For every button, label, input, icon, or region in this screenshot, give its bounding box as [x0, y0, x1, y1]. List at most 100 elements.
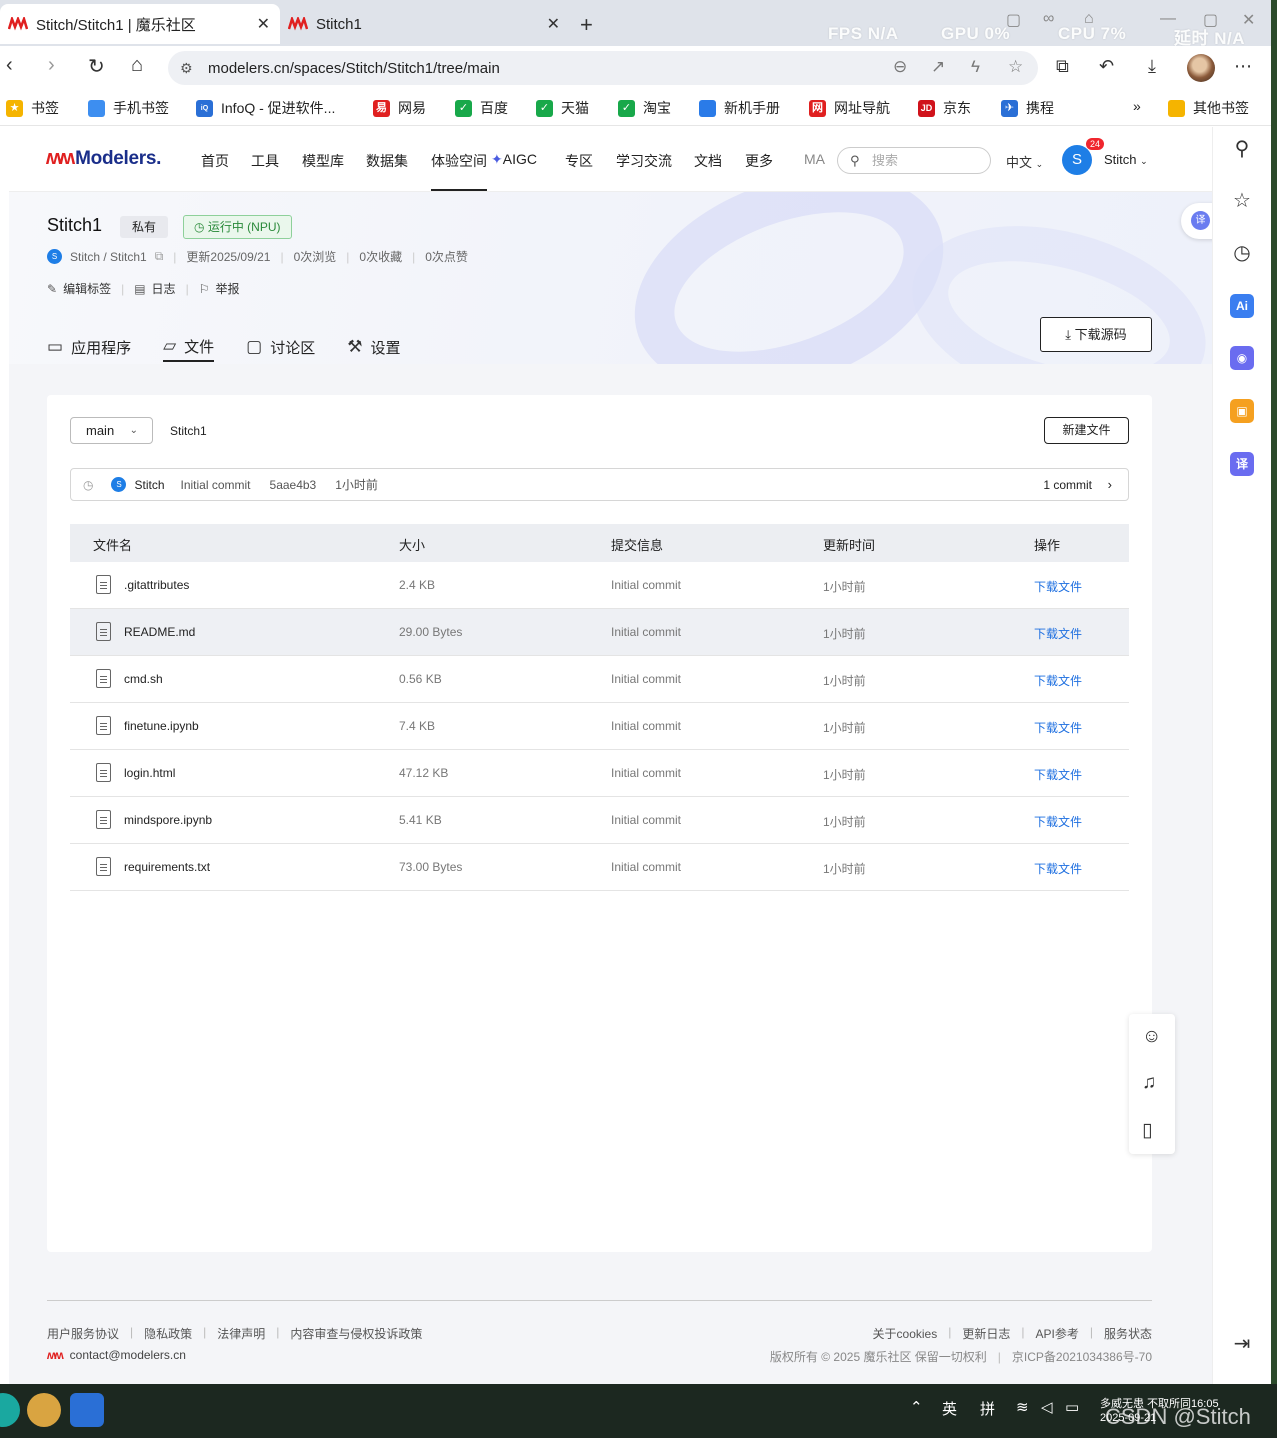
nav-models[interactable]: 模型库 — [302, 151, 344, 171]
file-name[interactable]: cmd.sh — [124, 672, 163, 686]
language-selector[interactable]: 中文 ⌄ — [1006, 152, 1043, 171]
doge-app-icon[interactable] — [27, 1393, 61, 1427]
mobile-icon[interactable]: ▯ — [1142, 1119, 1152, 1142]
table-row[interactable]: login.html 47.12 KB Initial commit 1小时前 下载文件 — [70, 750, 1129, 797]
footer-link[interactable]: 法律声明 — [217, 1325, 265, 1342]
footer-link[interactable]: 更新日志 — [962, 1325, 1010, 1342]
breadcrumb[interactable]: Stitch1 — [170, 424, 207, 438]
table-row[interactable]: README.md 29.00 Bytes Initial commit 1小时前 下载… — [70, 609, 1129, 656]
volume-icon[interactable]: ◁ — [1041, 1398, 1053, 1416]
history-icon[interactable]: ◷ — [1230, 241, 1254, 265]
translate-icon[interactable]: 译 — [1230, 452, 1254, 476]
address-bar[interactable]: ⚙ modelers.cn/spaces/Stitch/Stitch1/tree… — [168, 51, 1038, 85]
bookmark-item[interactable]: ✓ 百度 — [455, 98, 508, 118]
zoom-icon[interactable]: ⊖ — [893, 57, 907, 77]
new-tab-icon[interactable]: + — [580, 12, 593, 38]
table-row[interactable]: cmd.sh 0.56 KB Initial commit 1小时前 下载文件 — [70, 656, 1129, 703]
ime-pinyin[interactable]: 拼 — [980, 1398, 995, 1419]
download-file-link[interactable]: 下载文件 — [1034, 860, 1082, 877]
reload-icon[interactable]: ↻ — [88, 54, 105, 79]
nav-tools[interactable]: 工具 — [251, 151, 279, 171]
download-source-button[interactable]: ⤓ 下载源码 — [1040, 317, 1152, 352]
site-logo[interactable]: ʍʍ Modelers. — [46, 147, 161, 170]
star-icon[interactable]: ☆ — [1230, 189, 1254, 213]
table-row[interactable]: mindspore.ipynb 5.41 KB Initial commit 1小时前… — [70, 797, 1129, 844]
footer-link[interactable]: 内容审查与侵权投诉政策 — [290, 1325, 422, 1342]
last-commit-bar[interactable]: ◷ S Stitch Initial commit 5aae4b3 1小时前 1… — [70, 468, 1129, 501]
icp-link[interactable]: 京ICP备2021034386号-70 — [1012, 1350, 1152, 1364]
minimize-icon[interactable]: — — [1160, 10, 1176, 28]
battery-icon[interactable]: ▭ — [1065, 1398, 1079, 1416]
nav-more[interactable]: 更多 — [745, 151, 773, 171]
report-button[interactable]: ⚐ 举报 — [199, 280, 240, 297]
back-icon[interactable]: ‹ — [6, 54, 13, 77]
file-name[interactable]: requirements.txt — [124, 860, 210, 874]
bookmark-item[interactable]: 手机书签 — [88, 98, 169, 118]
file-name[interactable]: README.md — [124, 625, 195, 639]
collapse-panel-icon[interactable]: ⇥ — [1230, 1332, 1254, 1356]
bolt-icon[interactable]: ϟ — [971, 57, 980, 77]
gamepad-icon[interactable]: ◉ — [1230, 346, 1254, 370]
bookmark-item[interactable]: 新机手册 — [699, 98, 780, 118]
bookmark-item[interactable]: ✓ 淘宝 — [618, 98, 671, 118]
user-menu[interactable]: Stitch ⌄ — [1104, 152, 1148, 167]
close-tab-icon[interactable]: ✕ — [257, 14, 270, 34]
contact-email[interactable]: contact@modelers.cn — [70, 1348, 186, 1362]
browser-profile-avatar[interactable] — [1187, 54, 1215, 82]
site-info-icon[interactable]: ⚙ — [180, 60, 193, 77]
nav-ma[interactable]: MA — [804, 151, 825, 167]
download-file-link[interactable]: 下载文件 — [1034, 719, 1082, 736]
tray-expand-icon[interactable]: ⌃ — [910, 1398, 923, 1416]
search-icon[interactable]: ⚲ — [1230, 137, 1254, 161]
forward-icon[interactable]: › — [48, 54, 55, 77]
extensions-icon[interactable]: ⧉ — [1056, 56, 1069, 77]
footer-link[interactable]: 用户服务协议 — [47, 1325, 119, 1342]
logs-button[interactable]: ▤ 日志 — [134, 280, 175, 297]
browser-app-icon[interactable] — [70, 1393, 104, 1427]
nav-datasets[interactable]: 数据集 — [366, 151, 408, 171]
download-file-link[interactable]: 下载文件 — [1034, 766, 1082, 783]
new-file-button[interactable]: 新建文件 — [1044, 417, 1129, 444]
user-avatar[interactable]: S — [1062, 145, 1092, 175]
footer-link[interactable]: API参考 — [1036, 1325, 1079, 1342]
maximize-icon[interactable]: ▢ — [1203, 10, 1218, 30]
headset-icon[interactable]: ♫ — [1142, 1072, 1156, 1094]
shirt-icon[interactable]: ⌂ — [1084, 10, 1094, 28]
download-icon[interactable]: ⤓ — [1148, 56, 1156, 77]
edge-icon[interactable] — [0, 1393, 20, 1427]
tab-stitch1[interactable]: Stitch1 ✕ — [282, 4, 570, 44]
edit-tags-button[interactable]: ✎ 编辑标签 — [47, 280, 111, 297]
undo-icon[interactable]: ↶ — [1099, 56, 1114, 77]
table-row[interactable]: requirements.txt 73.00 Bytes Initial commi… — [70, 844, 1129, 891]
favorite-star-icon[interactable]: ☆ — [1008, 57, 1023, 77]
bookmark-item[interactable]: 易网易 — [373, 98, 426, 118]
nav-zones[interactable]: 专区 — [565, 151, 593, 171]
close-tab-icon[interactable]: ✕ — [547, 14, 560, 34]
wifi-icon[interactable]: ≋ — [1016, 1398, 1029, 1416]
tab-app[interactable]: ▭ 应用程序 — [47, 332, 131, 362]
file-name[interactable]: .gitattributes — [124, 578, 189, 592]
tab-discussion[interactable]: ▢ 讨论区 — [246, 332, 315, 362]
footer-link[interactable]: 服务状态 — [1104, 1325, 1152, 1342]
share-icon[interactable]: ↗ — [931, 57, 945, 77]
file-name[interactable]: finetune.ipynb — [124, 719, 199, 733]
nav-spaces[interactable]: 体验空间 — [431, 151, 487, 191]
glasses-icon[interactable]: ∞ — [1043, 10, 1054, 28]
translate-widget[interactable]: 译 — [1181, 203, 1212, 239]
site-search-input[interactable]: ⚲ 搜索 — [837, 147, 991, 174]
screenshot-icon[interactable]: ▢ — [1006, 10, 1021, 30]
download-file-link[interactable]: 下载文件 — [1034, 625, 1082, 642]
bookmark-item[interactable]: JD 京东 — [918, 98, 971, 118]
ai-icon[interactable]: Ai — [1230, 294, 1254, 318]
file-name[interactable]: login.html — [124, 766, 175, 780]
table-row[interactable]: finetune.ipynb 7.4 KB Initial commit 1小时前 下载… — [70, 703, 1129, 750]
nav-learning[interactable]: 学习交流 — [616, 151, 672, 171]
footer-link[interactable]: 关于cookies — [873, 1325, 938, 1342]
download-file-link[interactable]: 下载文件 — [1034, 672, 1082, 689]
nav-home[interactable]: 首页 — [201, 151, 229, 171]
tab-modelers[interactable]: Stitch/Stitch1 | 魔乐社区 ✕ — [0, 4, 280, 44]
project-path[interactable]: Stitch / Stitch1 — [70, 250, 147, 264]
other-bookmarks[interactable]: 其他书签 — [1168, 98, 1249, 118]
close-window-icon[interactable]: ✕ — [1242, 10, 1255, 30]
bookmark-item[interactable]: iQ InfoQ - 促进软件... — [196, 98, 335, 118]
